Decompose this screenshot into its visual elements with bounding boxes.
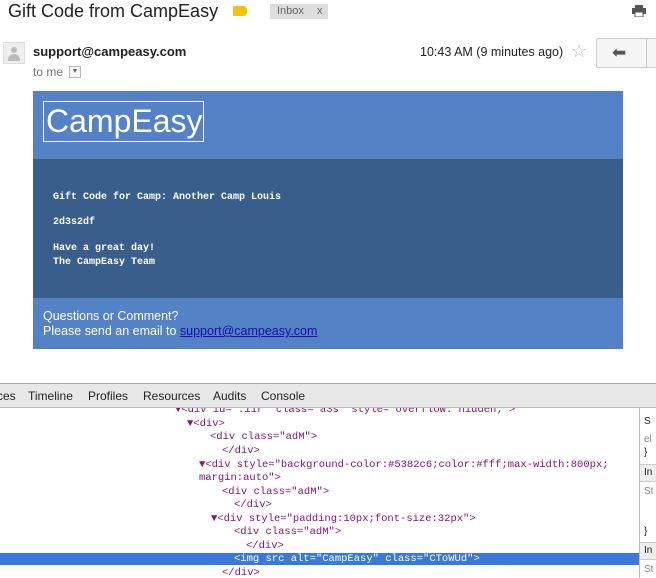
- email-subject: Gift Code from CampEasy: [8, 1, 219, 21]
- dom-node-line[interactable]: <div class="adM">: [210, 431, 317, 443]
- card-header: CampEasy: [33, 91, 623, 159]
- dom-node-line[interactable]: <div class="adM">: [234, 526, 341, 538]
- dom-node-line[interactable]: ▼<div>: [187, 418, 225, 430]
- email-timestamp: 10:43 AM (9 minutes ago): [420, 45, 564, 59]
- dom-node-line[interactable]: ▼<div id=":11r" class="a3s" style="overf…: [175, 408, 515, 416]
- dom-node-line[interactable]: </div>: [234, 499, 272, 511]
- tab-resources[interactable]: Resources: [143, 389, 200, 403]
- sender-address[interactable]: support@campeasy.com: [33, 44, 186, 59]
- campeasy-logo: CampEasy: [43, 101, 204, 142]
- devtools-tabs: ces Timeline Profiles Resources Audits C…: [0, 384, 656, 408]
- dom-node-line[interactable]: </div>: [246, 540, 284, 552]
- tab-timeline[interactable]: Timeline: [28, 389, 73, 403]
- tab-console[interactable]: Console: [261, 389, 305, 403]
- devtools-panel: ces Timeline Profiles Resources Audits C…: [0, 383, 656, 578]
- dom-node-line[interactable]: </div>: [222, 567, 260, 578]
- email-card: CampEasy Gift Code for Camp: Another Cam…: [33, 91, 623, 349]
- tab-sources[interactable]: ces: [0, 389, 16, 403]
- gift-code-title: Gift Code for Camp: Another Camp Louis: [53, 192, 282, 203]
- tab-profiles[interactable]: Profiles: [88, 389, 128, 403]
- chevron-down-icon[interactable]: ▼: [69, 66, 81, 78]
- avatar: [3, 42, 25, 64]
- card-body: Gift Code for Camp: Another Camp Louis 2…: [33, 159, 623, 298]
- label-icon[interactable]: [233, 6, 247, 16]
- styles-sidebar[interactable]: S el } In St } In St: [639, 408, 656, 578]
- closing-line: Have a great day!: [53, 243, 156, 254]
- sidebar-text: St: [644, 564, 654, 575]
- footer-prefix: Please send an email to: [43, 324, 180, 338]
- footer-question: Questions or Comment?: [43, 309, 179, 323]
- footer-contact: Please send an email to support@campeasy…: [43, 324, 317, 338]
- logo-text: CampEasy: [46, 103, 203, 139]
- sidebar-text: }: [644, 447, 648, 458]
- support-email-link[interactable]: support@campeasy.com: [180, 324, 318, 338]
- tab-audits[interactable]: Audits: [213, 389, 246, 403]
- selected-dom-node[interactable]: <img src alt="CampEasy" class="CToWUd">: [234, 553, 480, 565]
- dom-node-line[interactable]: ▼<div style="background-color:#5382c6;co…: [199, 459, 609, 471]
- reply-icon: ⬅: [612, 43, 627, 62]
- reply-button[interactable]: ⬅: [596, 38, 650, 68]
- sidebar-text: S: [644, 416, 651, 427]
- remove-label-button[interactable]: x: [317, 4, 323, 19]
- dom-node-line[interactable]: margin:auto">: [199, 472, 281, 484]
- print-icon[interactable]: [632, 5, 646, 17]
- card-footer: Questions or Comment? Please send an ema…: [33, 298, 623, 349]
- elements-tree[interactable]: ▼<div id=":11r" class="a3s" style="overf…: [0, 408, 639, 578]
- sender-row: support@campeasy.com to me ▼ 10:43 AM (9…: [0, 36, 656, 86]
- sidebar-text: In: [644, 545, 653, 556]
- sidebar-text: St: [644, 486, 654, 497]
- inbox-label-chip[interactable]: Inbox x: [270, 4, 328, 19]
- recipient-label: to me: [33, 65, 64, 79]
- gift-code-value: 2d3s2df: [53, 217, 96, 228]
- subject-row: Gift Code from CampEasy Inbox x: [0, 0, 656, 26]
- sidebar-text: In: [644, 467, 653, 478]
- inbox-label-text: Inbox: [277, 5, 304, 17]
- star-icon[interactable]: ☆: [571, 41, 587, 62]
- dom-node-line[interactable]: <div class="adM">: [222, 486, 329, 498]
- more-actions-button[interactable]: [646, 38, 656, 68]
- sidebar-text: }: [644, 526, 648, 537]
- dom-node-line[interactable]: ▼<div style="padding:10px;font-size:32px…: [211, 513, 476, 525]
- signature-line: The CampEasy Team: [53, 257, 156, 268]
- sidebar-text: el: [644, 434, 652, 445]
- dom-node-line[interactable]: </div>: [222, 445, 260, 457]
